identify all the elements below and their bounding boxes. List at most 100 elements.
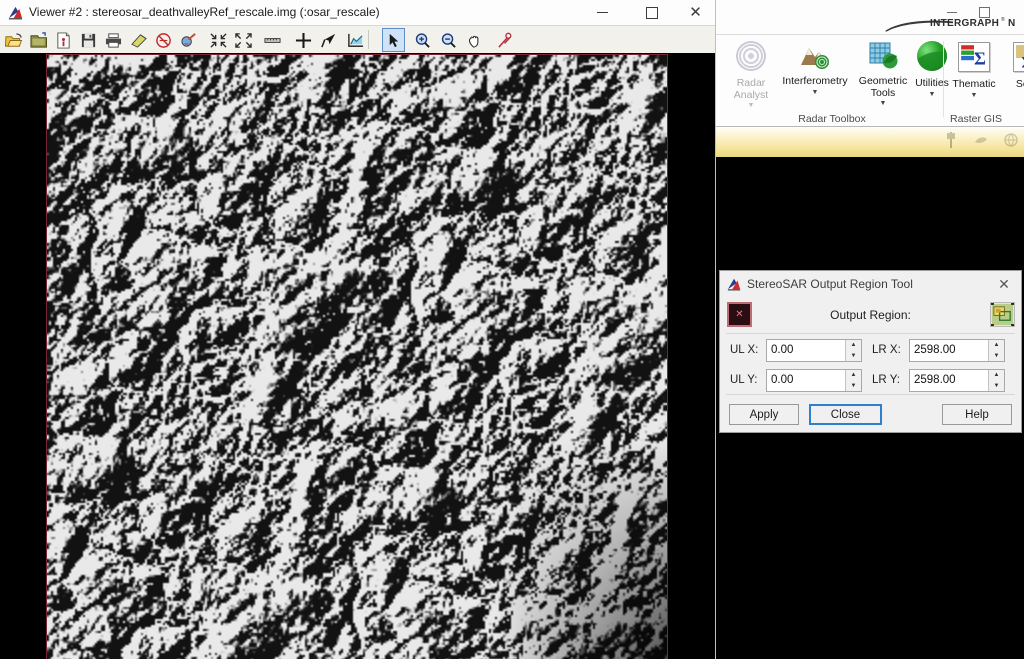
zoom-in-icon[interactable] (411, 28, 434, 52)
intergraph-logo: INTERGRAPH ® N (884, 15, 1016, 33)
viewer-close-button[interactable]: ✕ (673, 0, 718, 25)
ul-x-spinner[interactable]: ▲ ▼ (845, 340, 861, 361)
stereosar-output-region-dialog: StereoSAR Output Region Tool ✕ ✕ Output … (719, 270, 1022, 433)
bird-icon[interactable] (974, 131, 988, 149)
ribbon-item-label: Thematic (952, 78, 996, 90)
ribbon-item-scientific[interactable]: Σ Scien ▼ (1003, 39, 1024, 99)
viewer-title-text: Viewer #2 : stereosar_deathvalleyRef_res… (29, 5, 380, 19)
ul-y-input[interactable]: 0.00 ▲ ▼ (766, 369, 862, 392)
region-picker-icon[interactable] (990, 302, 1015, 327)
coordinate-row-upper: UL X: 0.00 ▲ ▼ LR X: 2598.00 ▲ ▼ (726, 339, 1015, 363)
close-button[interactable]: Close (809, 404, 882, 425)
brand-text: INTERGRAPH (930, 18, 1000, 29)
spinner-down-icon[interactable]: ▼ (989, 351, 1004, 361)
sar-image[interactable] (46, 54, 668, 659)
spinner-up-icon[interactable]: ▲ (989, 370, 1004, 380)
ribbon-item-interferometry[interactable]: Interferometry ▼ (777, 39, 853, 96)
dialog-body: ✕ Output Region: UL X: 0.00 ▲ ▼ LR X: 25… (720, 298, 1021, 433)
chevron-down-icon: ▼ (879, 100, 887, 107)
viewer-canvas[interactable] (0, 53, 715, 659)
ribbon-strip: Radar Analyst ▼ Interferometry ▼ Geometr… (716, 34, 1024, 126)
viewer-minimize-button[interactable] (580, 0, 625, 25)
dialog-titlebar[interactable]: StereoSAR Output Region Tool ✕ (720, 271, 1021, 298)
ribbon-item-label: Radar Analyst (733, 77, 769, 101)
imagine-dialog-icon (727, 278, 741, 291)
ul-y-value: 0.00 (771, 374, 794, 386)
viewer-titlebar[interactable]: Viewer #2 : stereosar_deathvalleyRef_res… (0, 0, 715, 25)
brand-trademark: ® (1001, 17, 1005, 23)
toolbar-separator (368, 30, 369, 49)
open-file-icon[interactable] (2, 28, 25, 52)
ribbon-item-thematic[interactable]: Σ Thematic ▼ (946, 39, 1002, 99)
ribbon-item-label: Scien (1015, 78, 1024, 90)
save-icon[interactable] (77, 28, 100, 52)
ul-x-input[interactable]: 0.00 ▲ ▼ (766, 339, 862, 362)
ribbon-area: INTERGRAPH ® N Radar Analyst ▼ Interfero… (716, 0, 1024, 126)
globe-icon[interactable] (1004, 131, 1018, 149)
lr-y-spinner[interactable]: ▲ ▼ (988, 370, 1004, 391)
coordinate-row-lower: UL Y: 0.00 ▲ ▼ LR Y: 2598.00 ▲ ▼ (726, 369, 1015, 393)
status-bar-icons (944, 131, 1018, 149)
brand-extra-text: N (1008, 18, 1016, 29)
ul-y-spinner[interactable]: ▲ ▼ (845, 370, 861, 391)
svg-text:Σ: Σ (974, 49, 986, 69)
inquire-cursor-icon[interactable] (292, 28, 315, 52)
print-icon[interactable] (102, 28, 125, 52)
measure-icon[interactable] (261, 28, 284, 52)
radar-analyst-icon (734, 41, 768, 75)
coordinate-panel: UL X: 0.00 ▲ ▼ LR X: 2598.00 ▲ ▼ UL Y: 0… (726, 333, 1015, 395)
chevron-down-icon: ▼ (811, 88, 819, 96)
flag-icon[interactable] (944, 131, 958, 149)
pan-hand-icon[interactable] (464, 28, 487, 52)
ribbon-item-geometric-tools[interactable]: Geometric Tools ▼ (854, 39, 912, 107)
spinner-down-icon[interactable]: ▼ (989, 381, 1004, 391)
select-pointer-icon[interactable] (382, 28, 405, 52)
no-clear-icon[interactable] (152, 28, 175, 52)
apply-button[interactable]: Apply (729, 404, 799, 425)
output-region-label: Output Region: (830, 308, 911, 322)
help-button[interactable]: Help (942, 404, 1012, 425)
minimize-icon (597, 12, 608, 13)
chevron-down-icon: ▼ (747, 102, 755, 109)
maximize-icon (645, 6, 658, 19)
status-bar (716, 126, 1024, 157)
zoom-to-fit-icon[interactable] (207, 28, 230, 52)
spinner-up-icon[interactable]: ▲ (846, 340, 861, 350)
ribbon-item-radar-analyst[interactable]: Radar Analyst ▼ (720, 39, 782, 109)
lr-y-value: 2598.00 (914, 374, 956, 386)
zoom-out-icon[interactable] (437, 28, 460, 52)
minimize-icon (946, 11, 957, 13)
sar-image-canvas (47, 55, 667, 659)
lr-y-input[interactable]: 2598.00 ▲ ▼ (909, 369, 1005, 392)
lr-x-input[interactable]: 2598.00 ▲ ▼ (909, 339, 1005, 362)
arrow-tool-icon[interactable] (318, 28, 341, 52)
ul-y-label: UL Y: (730, 374, 758, 386)
eraser-icon[interactable] (127, 28, 150, 52)
profile-chart-icon[interactable] (344, 28, 367, 52)
new-document-icon[interactable] (52, 28, 75, 52)
interferometry-icon (798, 39, 832, 73)
ribbon-group-radar-toolbox: Radar Analyst ▼ Interferometry ▼ Geometr… (720, 35, 949, 125)
thematic-icon: Σ (957, 42, 991, 76)
lr-x-spinner[interactable]: ▲ ▼ (988, 340, 1004, 361)
expand-icon[interactable] (232, 28, 255, 52)
viewer-maximize-button[interactable] (629, 0, 674, 25)
ribbon-group-label: Radar Toolbox (798, 113, 866, 125)
spinner-up-icon[interactable]: ▲ (846, 370, 861, 380)
spinner-up-icon[interactable]: ▲ (989, 340, 1004, 350)
dialog-close-button[interactable]: ✕ (987, 271, 1021, 297)
inquire-color-icon[interactable] (177, 28, 200, 52)
background-app-titlebar: INTERGRAPH ® N (716, 0, 1024, 34)
viewer-toolbar (0, 25, 715, 55)
spinner-down-icon[interactable]: ▼ (846, 381, 861, 391)
spinner-down-icon[interactable]: ▼ (846, 351, 861, 361)
ribbon-group-separator (943, 41, 944, 117)
ul-x-label: UL X: (730, 344, 759, 356)
ribbon-item-label: Geometric Tools (858, 75, 908, 99)
ribbon-group-raster-gis: Σ Thematic ▼ Σ (946, 35, 1024, 125)
lr-x-value: 2598.00 (914, 344, 956, 356)
swipe-icon[interactable] (494, 28, 517, 52)
open-folder-icon[interactable] (27, 28, 50, 52)
dialog-title-text: StereoSAR Output Region Tool (747, 277, 913, 291)
close-icon: ✕ (998, 275, 1010, 292)
